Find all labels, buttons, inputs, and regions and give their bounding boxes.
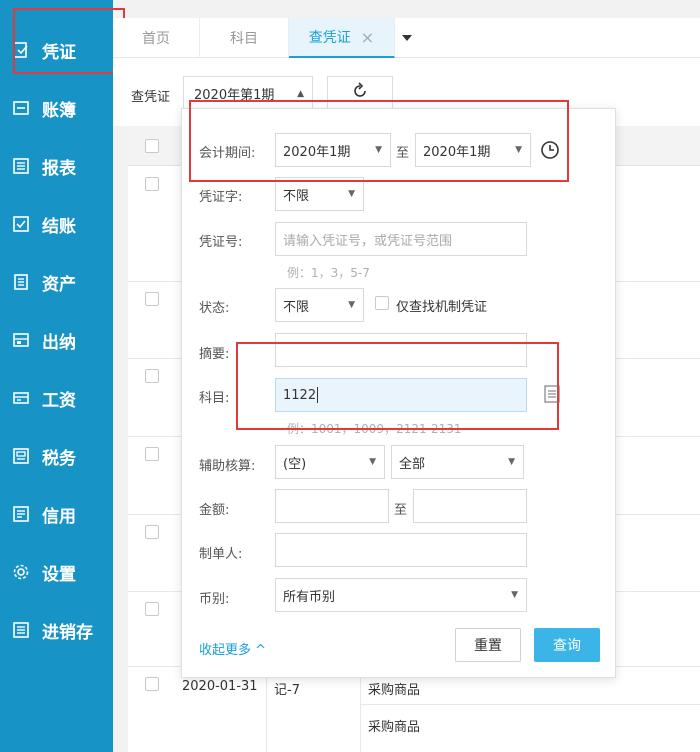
- sidebar-item-settings[interactable]: 设置: [0, 554, 113, 590]
- row-checkbox[interactable]: [145, 369, 159, 383]
- sidebar-item-ledger[interactable]: 账簿: [0, 90, 113, 126]
- currency-label: 币别:: [199, 592, 230, 607]
- sidebar-item-tax[interactable]: 税务: [0, 438, 113, 474]
- sidebar-item-label: 信用: [42, 506, 76, 527]
- reset-button[interactable]: 重置: [455, 628, 521, 662]
- maker-label: 制单人:: [199, 547, 243, 562]
- tab-subject[interactable]: 科目: [200, 18, 289, 58]
- summary-label: 摘要:: [199, 347, 230, 362]
- query-button[interactable]: 查询: [534, 628, 600, 662]
- tax-icon: [12, 447, 30, 465]
- table-cell-date: 2020-01-31: [182, 679, 258, 694]
- caret-down-icon: ▼: [348, 189, 355, 199]
- table-cell-voucher-no[interactable]: 记-7: [274, 679, 300, 698]
- voucher-word-label: 凭证字:: [199, 190, 243, 205]
- sidebar-item-report[interactable]: 报表: [0, 148, 113, 184]
- table-cell-summary: 采购商品: [368, 720, 421, 735]
- collapse-more-link[interactable]: 收起更多 ^: [199, 639, 266, 658]
- tab-label: 查凭证: [308, 30, 351, 46]
- tab-voucher-query[interactable]: 查凭证 ×: [289, 18, 395, 58]
- app-root: 凭证 账簿 报表 结账 资产 出纳 工资 税务 信用 设置 进销存 首页 科目 …: [0, 0, 700, 752]
- row-checkbox[interactable]: [145, 602, 159, 616]
- ledger-icon: [12, 99, 30, 117]
- amount-to-separator: 至: [394, 503, 408, 518]
- sidebar-item-label: 资产: [42, 274, 76, 295]
- currency-select[interactable]: 所有币别 ▼: [275, 578, 527, 612]
- status-label: 状态:: [199, 301, 230, 316]
- inventory-icon: [12, 621, 30, 639]
- amount-to-input[interactable]: [413, 489, 527, 523]
- maker-input[interactable]: [275, 533, 527, 567]
- highlight-box-subject: [236, 342, 559, 430]
- sidebar-item-salary[interactable]: 工资: [0, 380, 113, 416]
- voucher-no-input[interactable]: 请输入凭证号，或凭证号范围: [275, 222, 527, 256]
- sidebar-item-inventory[interactable]: 进销存: [0, 612, 113, 648]
- caret-down-icon: ▼: [369, 457, 376, 467]
- voucher-word-select[interactable]: 不限 ▼: [275, 177, 364, 211]
- aux-type-select[interactable]: (空) ▼: [275, 445, 385, 479]
- sidebar-item-label: 设置: [42, 564, 76, 585]
- gear-icon: [12, 563, 30, 581]
- sidebar-item-credit[interactable]: 信用: [0, 496, 113, 532]
- salary-icon: [12, 389, 30, 407]
- sidebar-item-label: 账簿: [42, 100, 76, 121]
- sidebar: 凭证 账簿 报表 结账 资产 出纳 工资 税务 信用 设置 进销存: [0, 0, 113, 752]
- highlight-box-voucher: [13, 8, 125, 74]
- sidebar-item-label: 结账: [42, 216, 76, 237]
- subject-label: 科目:: [199, 391, 230, 406]
- tab-bar: 首页 科目 查凭证 ×: [113, 18, 700, 58]
- sidebar-item-label: 报表: [42, 158, 76, 179]
- row-checkbox[interactable]: [145, 525, 159, 539]
- status-select[interactable]: 不限 ▼: [275, 288, 364, 322]
- asset-icon: [12, 273, 30, 291]
- sidebar-item-label: 税务: [42, 448, 76, 469]
- amount-label: 金额:: [199, 503, 230, 518]
- highlight-box-period: [189, 100, 569, 182]
- sidebar-item-label: 出纳: [42, 332, 76, 353]
- amount-from-input[interactable]: [275, 489, 389, 523]
- sidebar-item-cashier[interactable]: 出纳: [0, 322, 113, 358]
- aux-label: 辅助核算:: [199, 459, 256, 474]
- row-checkbox[interactable]: [145, 447, 159, 461]
- caret-down-icon: [401, 31, 413, 46]
- report-icon: [12, 157, 30, 175]
- close-icon[interactable]: ×: [361, 28, 374, 47]
- voucher-no-label: 凭证号:: [199, 235, 243, 250]
- sidebar-item-asset[interactable]: 资产: [0, 264, 113, 300]
- sidebar-item-label: 工资: [42, 390, 76, 411]
- toolbar-label: 查凭证: [131, 90, 171, 105]
- row-divider: [360, 704, 700, 705]
- caret-down-icon: ▼: [508, 457, 515, 467]
- sidebar-item-checkout[interactable]: 结账: [0, 206, 113, 242]
- credit-icon: [12, 505, 30, 523]
- row-checkbox[interactable]: [145, 677, 159, 691]
- chevron-up-icon: ^: [255, 643, 267, 658]
- cashier-icon: [12, 331, 30, 349]
- only-machine-checkbox[interactable]: [375, 296, 389, 310]
- table-cell-summary: 采购商品: [368, 683, 421, 698]
- row-checkbox[interactable]: [145, 177, 159, 191]
- only-machine-label: 仅查找机制凭证: [396, 300, 488, 315]
- sidebar-item-label: 进销存: [42, 622, 93, 643]
- aux-item-select[interactable]: 全部 ▼: [391, 445, 524, 479]
- caret-up-icon: ▲: [297, 89, 304, 99]
- voucher-no-hint: 例：1，3，5-7: [287, 266, 370, 280]
- row-checkbox[interactable]: [145, 292, 159, 306]
- tab-more-dropdown[interactable]: [395, 18, 419, 58]
- select-all-checkbox[interactable]: [145, 139, 159, 153]
- caret-down-icon: ▼: [511, 590, 518, 600]
- checkout-icon: [12, 215, 30, 233]
- caret-down-icon: ▼: [348, 300, 355, 310]
- tab-home[interactable]: 首页: [113, 18, 200, 58]
